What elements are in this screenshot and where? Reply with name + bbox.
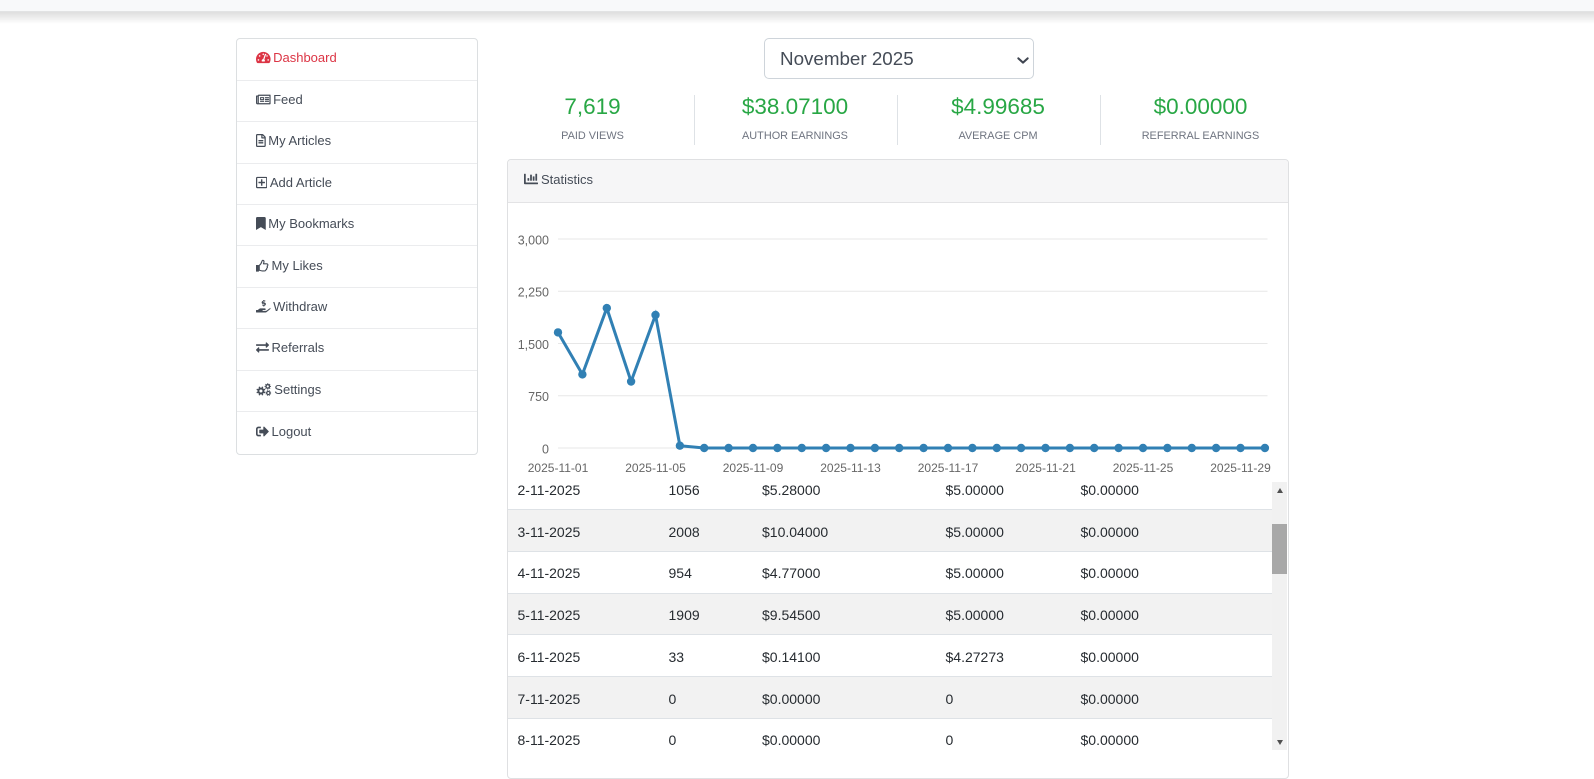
svg-text:1,500: 1,500 [518, 338, 549, 352]
svg-text:2025-11-01: 2025-11-01 [528, 461, 589, 475]
svg-text:2025-11-25: 2025-11-25 [1113, 461, 1174, 475]
svg-text:0: 0 [542, 442, 549, 456]
svg-text:2025-11-09: 2025-11-09 [723, 461, 784, 475]
svg-text:2025-11-29: 2025-11-29 [1210, 461, 1271, 475]
svg-text:2,250: 2,250 [518, 286, 549, 300]
svg-text:3,000: 3,000 [518, 233, 549, 247]
svg-text:2025-11-21: 2025-11-21 [1015, 461, 1076, 475]
svg-text:2025-11-13: 2025-11-13 [820, 461, 881, 475]
svg-text:2025-11-17: 2025-11-17 [918, 461, 979, 475]
svg-text:750: 750 [528, 390, 549, 404]
svg-text:2025-11-05: 2025-11-05 [625, 461, 686, 475]
